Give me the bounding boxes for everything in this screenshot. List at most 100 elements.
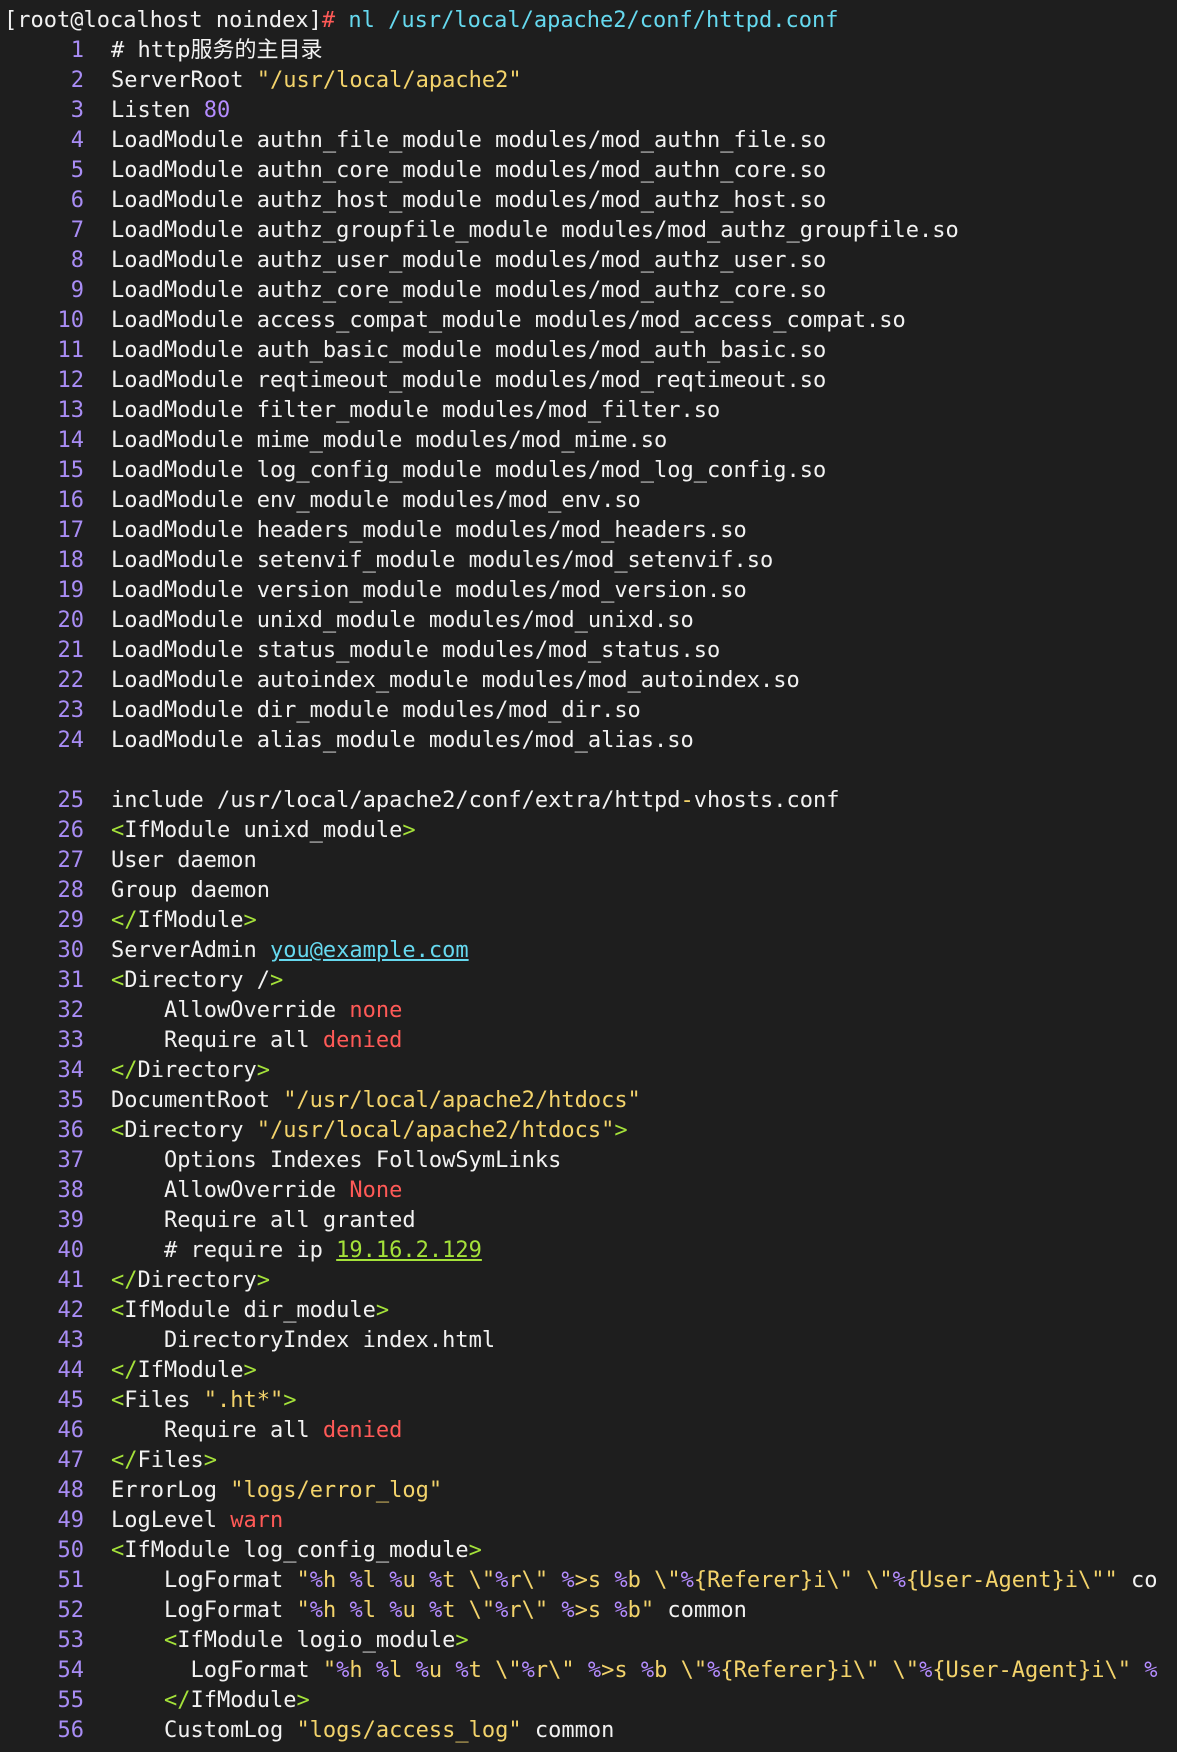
line-content: LoadModule reqtimeout_module modules/mod… <box>111 366 826 396</box>
code-line: 15 LoadModule log_config_module modules/m… <box>0 456 827 486</box>
code-token: LoadModule status_module modules/mod_sta… <box>111 638 721 663</box>
code-line: 28 Group daemon <box>0 876 270 906</box>
code-line: 22 LoadModule autoindex_module modules/mo… <box>0 666 800 696</box>
line-number: 16 <box>57 488 85 513</box>
line-content: Require all denied <box>111 1416 402 1446</box>
code-token: DirectoryIndex index.html <box>111 1328 496 1353</box>
code-token: < <box>111 1628 178 1653</box>
code-token: " <box>322 1658 337 1683</box>
line-number: 36 <box>57 1118 85 1143</box>
code-line: 13 LoadModule filter_module modules/mod_f… <box>0 396 721 426</box>
code-token: LogLevel <box>111 1508 231 1533</box>
code-line: 25 include /usr/local/apache2/conf/extra/… <box>0 786 840 816</box>
code-token: LoadModule dir_module modules/mod_dir.so <box>111 698 641 723</box>
code-token: 19.16.2.129 <box>336 1238 482 1263</box>
code-token: % <box>587 1658 602 1683</box>
code-token: % <box>389 1598 403 1623</box>
code-line: 26 <IfModule unixd_module> <box>0 816 416 846</box>
code-token: t \" <box>468 1658 522 1683</box>
line-content: LogLevel warn <box>111 1506 283 1536</box>
code-token: ServerAdmin <box>111 938 270 963</box>
line-number: 48 <box>57 1478 85 1503</box>
code-line: 54 LogFormat "%h %l %u %t \"%r\" %>s %b … <box>0 1656 1158 1686</box>
code-token: < <box>111 968 125 993</box>
line-number: 18 <box>57 548 85 573</box>
code-line: 32 AllowOverride none <box>0 996 403 1026</box>
line-content: LoadModule autoindex_module modules/mod_… <box>111 666 800 696</box>
code-line: 45 <Files ".ht*"> <box>0 1386 297 1416</box>
line-number: 25 <box>57 788 85 813</box>
code-token: IfModule <box>190 1688 297 1713</box>
code-token: vhosts.conf <box>693 788 840 813</box>
line-content: Listen 80 <box>111 96 230 126</box>
line-content: <IfModule unixd_module> <box>111 816 416 846</box>
line-content: LoadModule mime_module modules/mod_mime.… <box>111 426 667 456</box>
line-content: </Files> <box>111 1446 217 1476</box>
line-content: LoadModule status_module modules/mod_sta… <box>111 636 720 666</box>
line-number: 1 <box>70 38 84 63</box>
code-token: % <box>495 1598 509 1623</box>
code-token: ErrorLog <box>111 1478 231 1503</box>
code-token: </ <box>111 1268 138 1293</box>
code-token: LoadModule authz_host_module modules/mod… <box>111 188 827 213</box>
line-number: 35 <box>57 1088 85 1113</box>
code-token: LoadModule env_module modules/mod_env.so <box>111 488 641 513</box>
line-content: <IfModule dir_module> <box>111 1296 389 1326</box>
code-token: % <box>919 1658 933 1683</box>
code-line: 53 <IfModule logio_module> <box>0 1626 469 1656</box>
line-content: AllowOverride none <box>111 996 402 1026</box>
code-token: < <box>111 1388 125 1413</box>
line-number: 30 <box>57 938 85 963</box>
code-token: Directory / <box>124 968 270 993</box>
code-token: - <box>680 788 694 813</box>
code-token: % <box>521 1658 535 1683</box>
code-token: common <box>654 1598 747 1623</box>
code-token: > <box>296 1688 310 1713</box>
code-line: 11 LoadModule auth_basic_module modules/m… <box>0 336 827 366</box>
code-line: 4 LoadModule authn_file_module modules/mo… <box>0 126 827 156</box>
code-line: 14 LoadModule mime_module modules/mod_mim… <box>0 426 668 456</box>
line-number: 38 <box>57 1178 85 1203</box>
code-token: Directory <box>137 1268 257 1293</box>
line-number: 33 <box>57 1028 85 1053</box>
line-content: AllowOverride None <box>111 1176 402 1206</box>
code-token: LoadModule access_compat_module modules/… <box>111 308 906 333</box>
line-number: 5 <box>70 158 84 183</box>
line-number: 42 <box>57 1298 85 1323</box>
code-token: # require ip <box>111 1238 337 1263</box>
code-line: 18 LoadModule setenvif_module modules/mod… <box>0 546 774 576</box>
code-token: IfModule unixd_module <box>124 818 403 843</box>
line-content: ErrorLog "logs/error_log" <box>111 1476 442 1506</box>
code-token: LogFormat <box>111 1598 297 1623</box>
code-token: LoadModule autoindex_module modules/mod_… <box>111 668 800 693</box>
line-content: LoadModule dir_module modules/mod_dir.so <box>111 696 641 726</box>
code-token: # http服务的主目录 <box>111 38 323 63</box>
line-number: 37 <box>57 1148 85 1173</box>
code-line: 2 ServerRoot "/usr/local/apache2" <box>0 66 522 96</box>
terminal-window[interactable]: [root@localhost noindex]# nl /usr/local/… <box>0 0 1177 1752</box>
code-token: "/usr/local/apache2" <box>256 68 522 93</box>
code-token[interactable]: you@example.com <box>270 938 469 963</box>
line-number: 52 <box>57 1598 85 1623</box>
code-token: % <box>892 1568 906 1593</box>
line-content: include /usr/local/apache2/conf/extra/ht… <box>111 786 840 816</box>
line-number: 41 <box>57 1268 85 1293</box>
code-line: 30 ServerAdmin you@example.com <box>0 936 469 966</box>
code-token: l <box>362 1598 390 1623</box>
code-token: LoadModule headers_module modules/mod_he… <box>111 518 747 543</box>
code-token: % <box>495 1568 509 1593</box>
line-content: LoadModule log_config_module modules/mod… <box>111 456 826 486</box>
code-token: LoadModule authz_groupfile_module module… <box>111 218 959 243</box>
code-token: LoadModule setenvif_module modules/mod_s… <box>111 548 774 573</box>
code-token: l <box>362 1568 390 1593</box>
code-token: LoadModule alias_module modules/mod_alia… <box>111 728 694 753</box>
line-content: LoadModule alias_module modules/mod_alia… <box>111 726 694 756</box>
code-token: r\" <box>508 1568 562 1593</box>
line-content: ServerRoot "/usr/local/apache2" <box>111 66 522 96</box>
line-number: 44 <box>57 1358 85 1383</box>
code-token: {User-Agent}i\"" <box>905 1568 1118 1593</box>
code-token: Directory <box>137 1058 257 1083</box>
code-token: Group daemon <box>111 878 270 903</box>
code-token: % <box>309 1598 323 1623</box>
line-number: 10 <box>57 308 85 333</box>
